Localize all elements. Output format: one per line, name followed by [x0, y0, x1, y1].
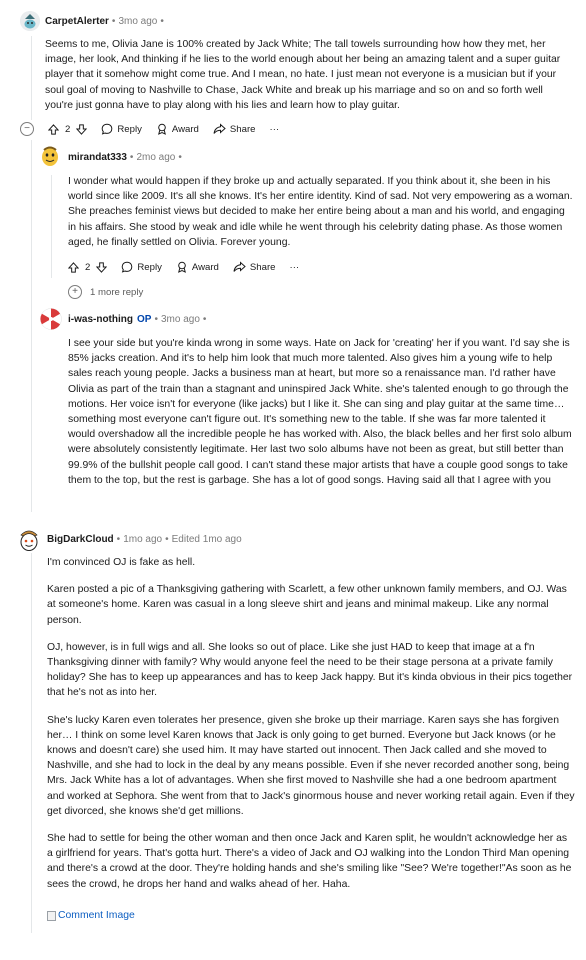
timestamp[interactable]: 3mo ago [118, 16, 157, 27]
comment-paragraph: She's lucky Karen even tolerates her pre… [47, 714, 575, 817]
thread-line-c1 [31, 36, 32, 120]
share-arrow-icon [233, 261, 246, 272]
comment-body: I see your side but you're kinda wrong i… [68, 336, 575, 488]
more-options-button[interactable]: ··· [290, 262, 300, 273]
username[interactable]: i-was-nothing [68, 314, 133, 325]
share-button[interactable]: Share [213, 123, 256, 135]
comment-paragraph: She had to settle for being the other wo… [47, 833, 572, 890]
username[interactable]: CarpetAlerter [45, 16, 109, 27]
comment-meta: i-was-nothing OP • 3mo ago • [68, 314, 207, 325]
comment-body: I wonder what would happen if they broke… [68, 174, 575, 250]
comment-text: I see your side but you're kinda wrong i… [68, 338, 572, 486]
collapse-minus-icon[interactable]: − [20, 122, 34, 136]
comment-actions: 2 Reply Award Share ··· [68, 258, 313, 276]
award-button[interactable]: Award [176, 261, 219, 273]
timestamp[interactable]: 3mo ago [161, 314, 200, 325]
snoo-avatar-icon [42, 146, 58, 166]
share-arrow-icon [213, 123, 226, 134]
comment-image[interactable]: Comment Image [47, 910, 135, 921]
comment-paragraph: I'm convinced OJ is fake as hell. [47, 557, 196, 568]
comment-actions: − 2 Reply Award Share ··· [20, 120, 293, 138]
award-label: Award [171, 123, 199, 135]
award-icon [177, 261, 186, 273]
share-label: Share [249, 261, 276, 273]
avatar[interactable] [20, 11, 40, 31]
share-label: Share [229, 123, 256, 135]
downvote-arrow-icon[interactable] [96, 261, 108, 273]
reply-button[interactable]: Reply [121, 261, 162, 273]
more-replies-label[interactable]: 1 more reply [90, 287, 143, 298]
reply-label: Reply [137, 261, 162, 273]
vote-count: 2 [65, 123, 71, 135]
comment-body: Seems to me, Olivia Jane is 100% created… [45, 37, 570, 113]
avatar[interactable] [40, 145, 60, 167]
reply-button[interactable]: Reply [101, 123, 142, 135]
more-options-button[interactable]: ··· [270, 124, 280, 135]
comment-meta: BigDarkCloud • 1mo ago • Edited 1mo ago [47, 534, 242, 545]
award-icon [157, 123, 166, 135]
edited-label: Edited 1mo ago [171, 534, 242, 545]
snoo-avatar-icon [20, 11, 40, 31]
timestamp[interactable]: 1mo ago [123, 534, 162, 545]
avatar[interactable] [40, 308, 62, 330]
peppermint-avatar-icon [40, 308, 62, 330]
downvote-arrow-icon[interactable] [76, 123, 88, 135]
upvote-arrow-icon[interactable] [68, 261, 79, 273]
vote-control: 2 [48, 123, 88, 135]
comment-paragraph: Karen posted a pic of a Thanksgiving gat… [47, 584, 567, 626]
upvote-arrow-icon[interactable] [48, 123, 59, 135]
username[interactable]: BigDarkCloud [47, 534, 114, 545]
expand-plus-icon[interactable]: + [68, 285, 82, 299]
comment-body: I'm convinced OJ is fake as hell. Karen … [47, 555, 575, 892]
vote-control: 2 [68, 261, 108, 273]
reply-bubble-icon [122, 261, 133, 273]
username[interactable]: mirandat333 [68, 152, 127, 163]
broken-image-icon [47, 910, 56, 921]
comment-meta: CarpetAlerter • 3mo ago • [45, 16, 164, 27]
thread-line-c2 [51, 175, 52, 278]
comment-paragraph: OJ, however, is in full wigs and all. Sh… [47, 641, 573, 699]
comment-meta: mirandat333 • 2mo ago • [68, 152, 182, 163]
timestamp[interactable]: 2mo ago [136, 152, 175, 163]
snoo-avatar-icon [20, 530, 38, 551]
share-button[interactable]: Share [233, 261, 276, 273]
vote-count: 2 [85, 261, 91, 273]
reply-bubble-icon [102, 123, 113, 135]
reply-label: Reply [117, 123, 142, 135]
comment-text: Seems to me, Olivia Jane is 100% created… [45, 39, 561, 111]
thread-line-c1-tail [31, 140, 32, 512]
avatar[interactable] [18, 528, 40, 552]
award-label: Award [191, 261, 219, 273]
comment-text: I wonder what would happen if they broke… [68, 176, 573, 248]
comment-image-alt[interactable]: Comment Image [58, 910, 135, 921]
more-replies-link[interactable]: + 1 more reply [68, 285, 143, 299]
thread-line-c4 [31, 553, 32, 933]
award-button[interactable]: Award [156, 123, 199, 135]
op-badge: OP [137, 314, 152, 325]
